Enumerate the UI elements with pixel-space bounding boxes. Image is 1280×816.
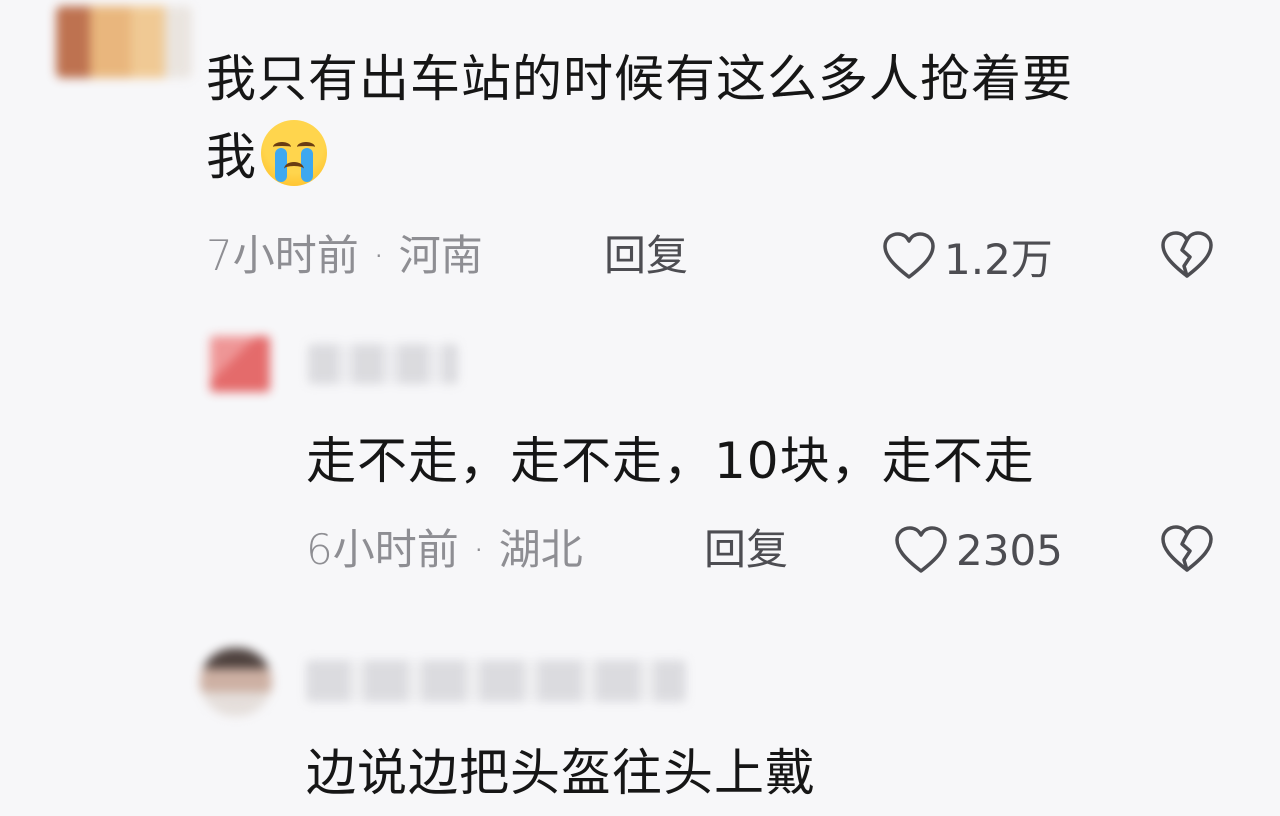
reply-button[interactable]: 回复 xyxy=(604,228,688,284)
heart-outline-icon xyxy=(882,231,936,281)
avatar[interactable] xyxy=(210,336,270,392)
comment-location: 河南 xyxy=(398,231,483,280)
username-blurred[interactable] xyxy=(308,344,458,384)
heart-outline-icon xyxy=(894,525,948,575)
broken-heart-icon xyxy=(1160,230,1214,280)
broken-heart-icon xyxy=(1160,524,1214,574)
username-blurred[interactable] xyxy=(306,660,686,702)
comment-text-line: 我只有出车站的时候有这么多人抢着要 xyxy=(206,50,1073,108)
reply-button[interactable]: 回复 xyxy=(704,522,788,578)
avatar[interactable] xyxy=(200,648,272,716)
comment-text: 我只有出车站的时候有这么多人抢着要 我 xyxy=(206,40,1236,196)
comment-meta: 6小时前 · 湖北 xyxy=(306,522,583,578)
like-button[interactable]: 1.2万 xyxy=(882,228,1053,284)
comment-time: 6小时前 xyxy=(306,525,459,574)
avatar[interactable] xyxy=(56,6,192,78)
dislike-button[interactable] xyxy=(1160,230,1214,284)
comment-text: 走不走，走不走，10块，走不走 xyxy=(306,432,1035,490)
comment-location: 湖北 xyxy=(498,525,583,574)
comment-time: 7小时前 xyxy=(206,231,359,280)
like-count: 2305 xyxy=(956,525,1063,575)
like-count: 1.2万 xyxy=(944,234,1053,284)
comment-text: 边说边把头盔往头上戴 xyxy=(306,744,816,802)
dislike-button[interactable] xyxy=(1160,524,1214,578)
crying-face-emoji-icon xyxy=(261,120,327,186)
comment-meta: 7小时前 · 河南 xyxy=(206,228,483,284)
meta-separator: · xyxy=(458,525,499,574)
like-button[interactable]: 2305 xyxy=(894,522,1063,578)
meta-separator: · xyxy=(358,231,399,280)
comment-text-line: 我 xyxy=(206,128,257,186)
